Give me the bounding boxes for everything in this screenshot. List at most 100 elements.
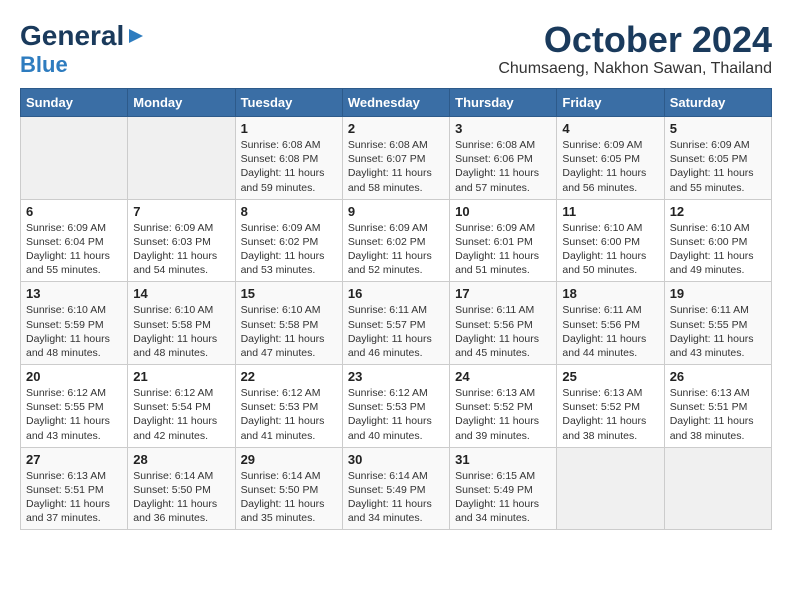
day-number: 7 <box>133 204 229 219</box>
calendar-day-header: Friday <box>557 89 664 117</box>
calendar-cell: 25Sunrise: 6:13 AM Sunset: 5:52 PM Dayli… <box>557 365 664 448</box>
day-number: 8 <box>241 204 337 219</box>
logo-general-text: General <box>20 20 124 52</box>
calendar-cell: 19Sunrise: 6:11 AM Sunset: 5:55 PM Dayli… <box>664 282 771 365</box>
calendar-cell: 26 Sunrise: 6:13 AM Sunset: 5:51 PM Dayli… <box>664 365 771 448</box>
calendar-cell: 29 Sunrise: 6:14 AM Sunset: 5:50 PM Dayli… <box>235 447 342 530</box>
calendar-cell: 3Sunrise: 6:08 AM Sunset: 6:06 PM Daylig… <box>450 117 557 200</box>
calendar-table: SundayMondayTuesdayWednesdayThursdayFrid… <box>20 88 772 530</box>
calendar-cell: 23 Sunrise: 6:12 AM Sunset: 5:53 PM Dayli… <box>342 365 449 448</box>
calendar-cell: 5 Sunrise: 6:09 AM Sunset: 6:05 PM Daylig… <box>664 117 771 200</box>
calendar-cell: 28 Sunrise: 6:14 AM Sunset: 5:50 PM Dayli… <box>128 447 235 530</box>
calendar-cell: 30 Sunrise: 6:14 AM Sunset: 5:49 PM Dayli… <box>342 447 449 530</box>
logo: General Blue <box>20 20 145 78</box>
day-number: 14 <box>133 286 229 301</box>
calendar-cell <box>557 447 664 530</box>
day-info: Sunrise: 6:10 AM Sunset: 5:59 PM Dayligh… <box>26 303 122 360</box>
calendar-cell: 14 Sunrise: 6:10 AM Sunset: 5:58 PM Dayli… <box>128 282 235 365</box>
calendar-cell: 20 Sunrise: 6:12 AM Sunset: 5:55 PM Dayli… <box>21 365 128 448</box>
day-number: 5 <box>670 121 766 136</box>
day-number: 30 <box>348 452 444 467</box>
day-number: 23 <box>348 369 444 384</box>
calendar-cell: 12 Sunrise: 6:10 AM Sunset: 6:00 PM Dayli… <box>664 199 771 282</box>
day-number: 29 <box>241 452 337 467</box>
day-number: 26 <box>670 369 766 384</box>
day-number: 31 <box>455 452 551 467</box>
calendar-cell: 21 Sunrise: 6:12 AM Sunset: 5:54 PM Dayli… <box>128 365 235 448</box>
day-info: Sunrise: 6:09 AM Sunset: 6:01 PM Dayligh… <box>455 221 551 278</box>
day-info: Sunrise: 6:08 AM Sunset: 6:06 PM Dayligh… <box>455 138 551 195</box>
day-info: Sunrise: 6:10 AM Sunset: 6:00 PM Dayligh… <box>562 221 658 278</box>
day-info: Sunrise: 6:08 AM Sunset: 6:07 PM Dayligh… <box>348 138 444 195</box>
calendar-week-row: 27 Sunrise: 6:13 AM Sunset: 5:51 PM Dayli… <box>21 447 772 530</box>
calendar-cell: 22 Sunrise: 6:12 AM Sunset: 5:53 PM Dayli… <box>235 365 342 448</box>
day-info: Sunrise: 6:14 AM Sunset: 5:50 PM Dayligh… <box>133 469 229 526</box>
day-info: Sunrise: 6:11 AM Sunset: 5:55 PM Dayligh… <box>670 303 766 360</box>
calendar-cell: 10Sunrise: 6:09 AM Sunset: 6:01 PM Dayli… <box>450 199 557 282</box>
logo-arrow-icon <box>127 27 145 50</box>
day-info: Sunrise: 6:11 AM Sunset: 5:56 PM Dayligh… <box>562 303 658 360</box>
day-info: Sunrise: 6:08 AM Sunset: 6:08 PM Dayligh… <box>241 138 337 195</box>
day-info: Sunrise: 6:13 AM Sunset: 5:51 PM Dayligh… <box>26 469 122 526</box>
calendar-cell: 24Sunrise: 6:13 AM Sunset: 5:52 PM Dayli… <box>450 365 557 448</box>
calendar-cell <box>664 447 771 530</box>
day-info: Sunrise: 6:10 AM Sunset: 5:58 PM Dayligh… <box>133 303 229 360</box>
day-number: 27 <box>26 452 122 467</box>
calendar-day-header: Saturday <box>664 89 771 117</box>
calendar-header-row: SundayMondayTuesdayWednesdayThursdayFrid… <box>21 89 772 117</box>
location-text: Chumsaeng, Nakhon Sawan, Thailand <box>498 60 772 78</box>
calendar-day-header: Tuesday <box>235 89 342 117</box>
calendar-day-header: Wednesday <box>342 89 449 117</box>
day-number: 28 <box>133 452 229 467</box>
calendar-week-row: 13 Sunrise: 6:10 AM Sunset: 5:59 PM Dayli… <box>21 282 772 365</box>
day-number: 12 <box>670 204 766 219</box>
day-info: Sunrise: 6:10 AM Sunset: 6:00 PM Dayligh… <box>670 221 766 278</box>
month-title: October 2024 <box>498 20 772 60</box>
calendar-day-header: Sunday <box>21 89 128 117</box>
day-info: Sunrise: 6:09 AM Sunset: 6:02 PM Dayligh… <box>348 221 444 278</box>
calendar-cell: 15Sunrise: 6:10 AM Sunset: 5:58 PM Dayli… <box>235 282 342 365</box>
calendar-week-row: 20 Sunrise: 6:12 AM Sunset: 5:55 PM Dayli… <box>21 365 772 448</box>
calendar-cell: 13 Sunrise: 6:10 AM Sunset: 5:59 PM Dayli… <box>21 282 128 365</box>
title-section: October 2024 Chumsaeng, Nakhon Sawan, Th… <box>498 20 772 78</box>
calendar-cell: 1 Sunrise: 6:08 AM Sunset: 6:08 PM Daylig… <box>235 117 342 200</box>
calendar-cell: 8 Sunrise: 6:09 AM Sunset: 6:02 PM Daylig… <box>235 199 342 282</box>
calendar-day-header: Thursday <box>450 89 557 117</box>
day-info: Sunrise: 6:12 AM Sunset: 5:53 PM Dayligh… <box>348 386 444 443</box>
day-info: Sunrise: 6:09 AM Sunset: 6:04 PM Dayligh… <box>26 221 122 278</box>
day-number: 17 <box>455 286 551 301</box>
calendar-cell: 4Sunrise: 6:09 AM Sunset: 6:05 PM Daylig… <box>557 117 664 200</box>
day-info: Sunrise: 6:13 AM Sunset: 5:51 PM Dayligh… <box>670 386 766 443</box>
day-number: 24 <box>455 369 551 384</box>
page-header: General Blue October 2024 Chumsaeng, Nak… <box>20 20 772 78</box>
day-number: 1 <box>241 121 337 136</box>
calendar-cell <box>128 117 235 200</box>
day-number: 15 <box>241 286 337 301</box>
day-info: Sunrise: 6:12 AM Sunset: 5:55 PM Dayligh… <box>26 386 122 443</box>
day-info: Sunrise: 6:12 AM Sunset: 5:54 PM Dayligh… <box>133 386 229 443</box>
calendar-cell: 2Sunrise: 6:08 AM Sunset: 6:07 PM Daylig… <box>342 117 449 200</box>
day-number: 9 <box>348 204 444 219</box>
calendar-cell: 9 Sunrise: 6:09 AM Sunset: 6:02 PM Daylig… <box>342 199 449 282</box>
day-number: 18 <box>562 286 658 301</box>
logo-blue-text: Blue <box>20 52 68 77</box>
calendar-cell: 11Sunrise: 6:10 AM Sunset: 6:00 PM Dayli… <box>557 199 664 282</box>
day-info: Sunrise: 6:09 AM Sunset: 6:02 PM Dayligh… <box>241 221 337 278</box>
day-number: 22 <box>241 369 337 384</box>
day-info: Sunrise: 6:11 AM Sunset: 5:56 PM Dayligh… <box>455 303 551 360</box>
calendar-cell: 31 Sunrise: 6:15 AM Sunset: 5:49 PM Dayli… <box>450 447 557 530</box>
calendar-week-row: 1 Sunrise: 6:08 AM Sunset: 6:08 PM Daylig… <box>21 117 772 200</box>
day-number: 13 <box>26 286 122 301</box>
day-info: Sunrise: 6:14 AM Sunset: 5:50 PM Dayligh… <box>241 469 337 526</box>
calendar-cell <box>21 117 128 200</box>
day-info: Sunrise: 6:14 AM Sunset: 5:49 PM Dayligh… <box>348 469 444 526</box>
day-number: 20 <box>26 369 122 384</box>
day-info: Sunrise: 6:15 AM Sunset: 5:49 PM Dayligh… <box>455 469 551 526</box>
calendar-cell: 27 Sunrise: 6:13 AM Sunset: 5:51 PM Dayli… <box>21 447 128 530</box>
day-number: 6 <box>26 204 122 219</box>
day-number: 25 <box>562 369 658 384</box>
day-info: Sunrise: 6:12 AM Sunset: 5:53 PM Dayligh… <box>241 386 337 443</box>
calendar-cell: 16Sunrise: 6:11 AM Sunset: 5:57 PM Dayli… <box>342 282 449 365</box>
day-info: Sunrise: 6:09 AM Sunset: 6:05 PM Dayligh… <box>670 138 766 195</box>
day-number: 21 <box>133 369 229 384</box>
